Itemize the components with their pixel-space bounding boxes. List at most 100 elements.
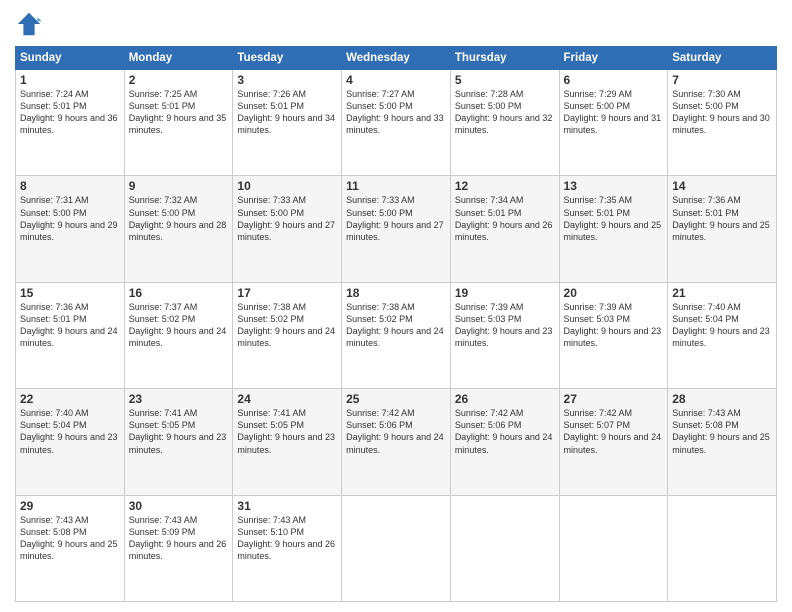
day-cell: 19 Sunrise: 7:39 AMSunset: 5:03 PMDaylig…: [450, 282, 559, 388]
day-number: 3: [237, 73, 337, 87]
day-cell: 8 Sunrise: 7:31 AMSunset: 5:00 PMDayligh…: [16, 176, 125, 282]
day-number: 1: [20, 73, 120, 87]
day-cell: 29 Sunrise: 7:43 AMSunset: 5:08 PMDaylig…: [16, 495, 125, 601]
day-number: 22: [20, 392, 120, 406]
day-info: Sunrise: 7:24 AMSunset: 5:01 PMDaylight:…: [20, 88, 120, 137]
day-info: Sunrise: 7:28 AMSunset: 5:00 PMDaylight:…: [455, 88, 555, 137]
day-number: 10: [237, 179, 337, 193]
day-number: 2: [129, 73, 229, 87]
day-cell: 30 Sunrise: 7:43 AMSunset: 5:09 PMDaylig…: [124, 495, 233, 601]
day-cell: 2 Sunrise: 7:25 AMSunset: 5:01 PMDayligh…: [124, 70, 233, 176]
day-cell: 7 Sunrise: 7:30 AMSunset: 5:00 PMDayligh…: [668, 70, 777, 176]
week-row-2: 8 Sunrise: 7:31 AMSunset: 5:00 PMDayligh…: [16, 176, 777, 282]
day-info: Sunrise: 7:43 AMSunset: 5:08 PMDaylight:…: [672, 407, 772, 456]
day-cell: 4 Sunrise: 7:27 AMSunset: 5:00 PMDayligh…: [342, 70, 451, 176]
day-number: 13: [564, 179, 664, 193]
day-cell: 3 Sunrise: 7:26 AMSunset: 5:01 PMDayligh…: [233, 70, 342, 176]
calendar-table: SundayMondayTuesdayWednesdayThursdayFrid…: [15, 46, 777, 602]
day-number: 11: [346, 179, 446, 193]
logo-icon: [15, 10, 43, 38]
day-info: Sunrise: 7:43 AMSunset: 5:08 PMDaylight:…: [20, 514, 120, 563]
day-info: Sunrise: 7:29 AMSunset: 5:00 PMDaylight:…: [564, 88, 664, 137]
day-number: 14: [672, 179, 772, 193]
day-info: Sunrise: 7:26 AMSunset: 5:01 PMDaylight:…: [237, 88, 337, 137]
day-number: 4: [346, 73, 446, 87]
day-number: 7: [672, 73, 772, 87]
day-cell: 5 Sunrise: 7:28 AMSunset: 5:00 PMDayligh…: [450, 70, 559, 176]
weekday-header-saturday: Saturday: [668, 47, 777, 70]
day-info: Sunrise: 7:39 AMSunset: 5:03 PMDaylight:…: [455, 301, 555, 350]
day-number: 28: [672, 392, 772, 406]
day-cell: 14 Sunrise: 7:36 AMSunset: 5:01 PMDaylig…: [668, 176, 777, 282]
day-number: 31: [237, 499, 337, 513]
day-cell: 22 Sunrise: 7:40 AMSunset: 5:04 PMDaylig…: [16, 389, 125, 495]
day-info: Sunrise: 7:36 AMSunset: 5:01 PMDaylight:…: [672, 194, 772, 243]
day-cell: 20 Sunrise: 7:39 AMSunset: 5:03 PMDaylig…: [559, 282, 668, 388]
day-number: 23: [129, 392, 229, 406]
day-info: Sunrise: 7:33 AMSunset: 5:00 PMDaylight:…: [237, 194, 337, 243]
day-cell: [559, 495, 668, 601]
day-number: 25: [346, 392, 446, 406]
day-info: Sunrise: 7:30 AMSunset: 5:00 PMDaylight:…: [672, 88, 772, 137]
week-row-5: 29 Sunrise: 7:43 AMSunset: 5:08 PMDaylig…: [16, 495, 777, 601]
day-info: Sunrise: 7:27 AMSunset: 5:00 PMDaylight:…: [346, 88, 446, 137]
day-info: Sunrise: 7:38 AMSunset: 5:02 PMDaylight:…: [237, 301, 337, 350]
day-cell: 13 Sunrise: 7:35 AMSunset: 5:01 PMDaylig…: [559, 176, 668, 282]
day-number: 29: [20, 499, 120, 513]
day-cell: 18 Sunrise: 7:38 AMSunset: 5:02 PMDaylig…: [342, 282, 451, 388]
day-number: 8: [20, 179, 120, 193]
day-number: 16: [129, 286, 229, 300]
day-info: Sunrise: 7:39 AMSunset: 5:03 PMDaylight:…: [564, 301, 664, 350]
day-number: 27: [564, 392, 664, 406]
day-cell: 16 Sunrise: 7:37 AMSunset: 5:02 PMDaylig…: [124, 282, 233, 388]
header: [15, 10, 777, 38]
day-info: Sunrise: 7:36 AMSunset: 5:01 PMDaylight:…: [20, 301, 120, 350]
day-cell: 23 Sunrise: 7:41 AMSunset: 5:05 PMDaylig…: [124, 389, 233, 495]
day-cell: 9 Sunrise: 7:32 AMSunset: 5:00 PMDayligh…: [124, 176, 233, 282]
day-info: Sunrise: 7:31 AMSunset: 5:00 PMDaylight:…: [20, 194, 120, 243]
day-cell: 10 Sunrise: 7:33 AMSunset: 5:00 PMDaylig…: [233, 176, 342, 282]
day-info: Sunrise: 7:37 AMSunset: 5:02 PMDaylight:…: [129, 301, 229, 350]
day-cell: 28 Sunrise: 7:43 AMSunset: 5:08 PMDaylig…: [668, 389, 777, 495]
day-number: 26: [455, 392, 555, 406]
day-info: Sunrise: 7:34 AMSunset: 5:01 PMDaylight:…: [455, 194, 555, 243]
day-number: 30: [129, 499, 229, 513]
day-number: 6: [564, 73, 664, 87]
day-number: 17: [237, 286, 337, 300]
day-cell: 15 Sunrise: 7:36 AMSunset: 5:01 PMDaylig…: [16, 282, 125, 388]
day-info: Sunrise: 7:40 AMSunset: 5:04 PMDaylight:…: [20, 407, 120, 456]
day-cell: 26 Sunrise: 7:42 AMSunset: 5:06 PMDaylig…: [450, 389, 559, 495]
day-cell: 31 Sunrise: 7:43 AMSunset: 5:10 PMDaylig…: [233, 495, 342, 601]
day-info: Sunrise: 7:42 AMSunset: 5:06 PMDaylight:…: [346, 407, 446, 456]
day-info: Sunrise: 7:43 AMSunset: 5:10 PMDaylight:…: [237, 514, 337, 563]
day-info: Sunrise: 7:35 AMSunset: 5:01 PMDaylight:…: [564, 194, 664, 243]
day-cell: 24 Sunrise: 7:41 AMSunset: 5:05 PMDaylig…: [233, 389, 342, 495]
day-info: Sunrise: 7:33 AMSunset: 5:00 PMDaylight:…: [346, 194, 446, 243]
day-info: Sunrise: 7:42 AMSunset: 5:06 PMDaylight:…: [455, 407, 555, 456]
day-info: Sunrise: 7:41 AMSunset: 5:05 PMDaylight:…: [129, 407, 229, 456]
day-number: 12: [455, 179, 555, 193]
day-cell: [342, 495, 451, 601]
day-info: Sunrise: 7:32 AMSunset: 5:00 PMDaylight:…: [129, 194, 229, 243]
day-info: Sunrise: 7:38 AMSunset: 5:02 PMDaylight:…: [346, 301, 446, 350]
day-number: 15: [20, 286, 120, 300]
weekday-header-thursday: Thursday: [450, 47, 559, 70]
day-number: 19: [455, 286, 555, 300]
weekday-header-sunday: Sunday: [16, 47, 125, 70]
weekday-header-tuesday: Tuesday: [233, 47, 342, 70]
logo: [15, 10, 47, 38]
day-cell: 6 Sunrise: 7:29 AMSunset: 5:00 PMDayligh…: [559, 70, 668, 176]
week-row-3: 15 Sunrise: 7:36 AMSunset: 5:01 PMDaylig…: [16, 282, 777, 388]
day-cell: 1 Sunrise: 7:24 AMSunset: 5:01 PMDayligh…: [16, 70, 125, 176]
day-number: 24: [237, 392, 337, 406]
day-info: Sunrise: 7:41 AMSunset: 5:05 PMDaylight:…: [237, 407, 337, 456]
day-cell: 11 Sunrise: 7:33 AMSunset: 5:00 PMDaylig…: [342, 176, 451, 282]
day-number: 9: [129, 179, 229, 193]
week-row-1: 1 Sunrise: 7:24 AMSunset: 5:01 PMDayligh…: [16, 70, 777, 176]
day-cell: [668, 495, 777, 601]
day-number: 21: [672, 286, 772, 300]
day-cell: 12 Sunrise: 7:34 AMSunset: 5:01 PMDaylig…: [450, 176, 559, 282]
day-info: Sunrise: 7:42 AMSunset: 5:07 PMDaylight:…: [564, 407, 664, 456]
weekday-header-friday: Friday: [559, 47, 668, 70]
day-cell: [450, 495, 559, 601]
